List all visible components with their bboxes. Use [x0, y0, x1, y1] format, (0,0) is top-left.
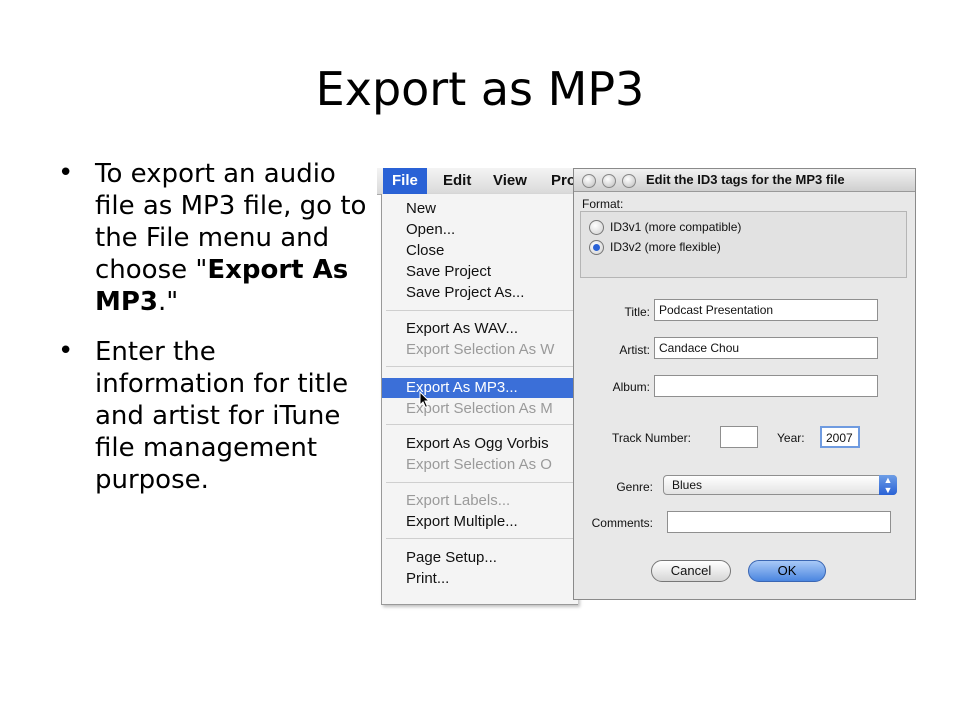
- bullet-dot-icon: •: [58, 336, 74, 366]
- slide-title: Export as MP3: [315, 62, 645, 116]
- bullet-text-end: .": [158, 287, 179, 317]
- menu-file[interactable]: File: [383, 168, 427, 194]
- dialog-titlebar: Edit the ID3 tags for the MP3 file: [574, 169, 915, 192]
- menu-item-export-mp3[interactable]: Export As MP3...: [382, 378, 578, 398]
- title-label: Title:: [624, 305, 650, 319]
- title-input[interactable]: Podcast Presentation: [654, 299, 878, 321]
- track-number-label: Track Number:: [612, 431, 691, 445]
- mouse-cursor-icon: [419, 391, 431, 409]
- artist-label: Artist:: [619, 343, 650, 357]
- menu-view[interactable]: View: [493, 172, 527, 189]
- menu-item-export-multiple[interactable]: Export Multiple...: [382, 512, 578, 532]
- close-window-icon[interactable]: [582, 174, 596, 188]
- year-label: Year:: [777, 431, 805, 445]
- genre-value: Blues: [672, 478, 703, 492]
- menu-item-export-selection-wav: Export Selection As W: [406, 341, 555, 358]
- album-input[interactable]: [654, 375, 878, 397]
- menu-item-open[interactable]: Open...: [382, 220, 578, 240]
- file-menu: New Open... Close Save Project Save Proj…: [381, 194, 578, 605]
- menu-separator: [386, 424, 574, 425]
- menu-separator: [386, 538, 574, 539]
- bullet-dot-icon: •: [58, 158, 74, 188]
- dialog-title: Edit the ID3 tags for the MP3 file: [646, 172, 845, 187]
- menu-separator: [386, 482, 574, 483]
- select-arrows-icon: ▲ ▼: [879, 475, 897, 495]
- track-number-input[interactable]: [720, 426, 758, 448]
- bullet-item: • To export an audio file as MP3 file, go…: [58, 158, 368, 318]
- menu-bar: File Edit View Pro: [377, 168, 577, 195]
- menu-item-export-wav[interactable]: Export As WAV...: [382, 319, 578, 339]
- menu-item-close[interactable]: Close: [382, 241, 578, 261]
- zoom-window-icon[interactable]: [622, 174, 636, 188]
- year-input[interactable]: 2007: [820, 426, 860, 448]
- format-group: ID3v1 (more compatible) ID3v2 (more flex…: [580, 211, 907, 278]
- menu-item-save-project-as[interactable]: Save Project As...: [382, 283, 578, 303]
- genre-label: Genre:: [616, 480, 653, 494]
- format-label: Format:: [582, 197, 624, 211]
- menu-item-save-project[interactable]: Save Project: [382, 262, 578, 282]
- bullet-item: • Enter the information for title and art…: [58, 336, 368, 496]
- menu-item-export-selection-ogg: Export Selection As O: [406, 456, 552, 473]
- comments-input[interactable]: [667, 511, 891, 533]
- menu-item-export-ogg[interactable]: Export As Ogg Vorbis: [382, 434, 578, 454]
- minimize-window-icon[interactable]: [602, 174, 616, 188]
- genre-select[interactable]: Blues ▲ ▼: [663, 475, 897, 495]
- id3v1-label: ID3v1 (more compatible): [610, 220, 742, 234]
- album-label: Album:: [612, 380, 650, 394]
- id3v2-label: ID3v2 (more flexible): [610, 240, 721, 254]
- cancel-button[interactable]: Cancel: [651, 560, 731, 582]
- menu-item-export-selection-mp3: Export Selection As M: [406, 400, 553, 417]
- id3v1-radio[interactable]: [589, 220, 604, 235]
- screenshot-composite: File Edit View Pro New Open... Close Sav…: [377, 168, 916, 605]
- menu-item-new[interactable]: New: [382, 199, 578, 219]
- artist-input[interactable]: Candace Chou: [654, 337, 878, 359]
- menu-separator: [386, 310, 574, 311]
- menu-item-print[interactable]: Print...: [382, 569, 578, 589]
- menu-item-export-labels: Export Labels...: [406, 492, 511, 509]
- id3v2-radio[interactable]: [589, 240, 604, 255]
- id3-tags-dialog: Edit the ID3 tags for the MP3 file Forma…: [573, 168, 916, 600]
- bullet-text: Enter the information for title and arti…: [95, 337, 349, 495]
- menu-separator: [386, 366, 574, 367]
- comments-label: Comments:: [591, 516, 653, 530]
- menu-item-page-setup[interactable]: Page Setup...: [382, 548, 578, 568]
- bullet-list: • To export an audio file as MP3 file, go…: [58, 158, 368, 514]
- menu-edit[interactable]: Edit: [443, 172, 471, 189]
- ok-button[interactable]: OK: [748, 560, 826, 582]
